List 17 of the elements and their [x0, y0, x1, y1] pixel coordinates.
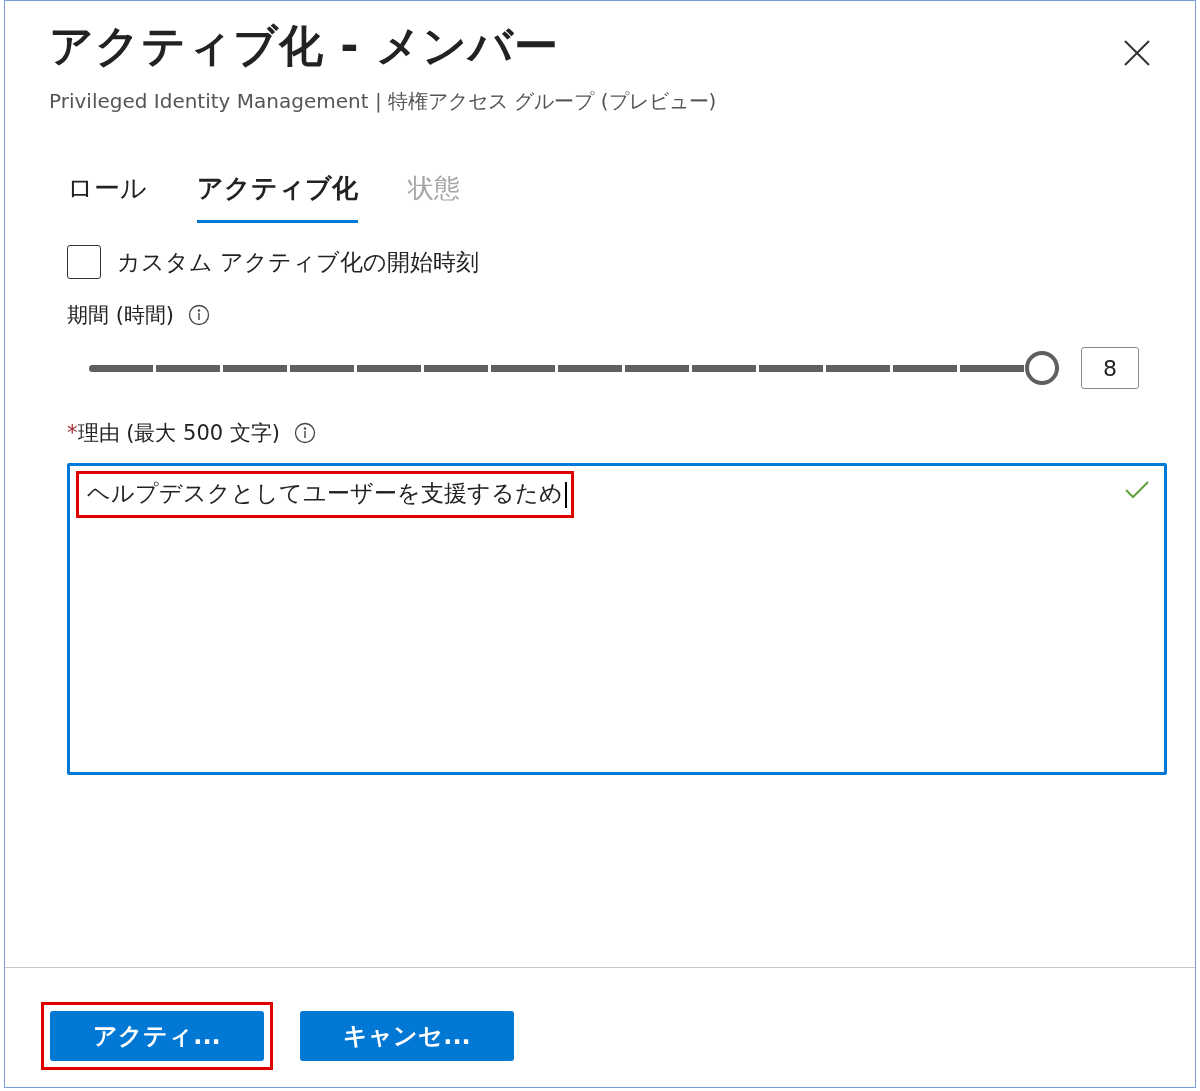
- checkbox-label: カスタム アクティブ化の開始時刻: [117, 247, 480, 277]
- close-icon[interactable]: [1123, 39, 1151, 67]
- dialog-subtitle: Privileged Identity Management | 特権アクセス グループ (プレビュー): [49, 88, 718, 115]
- tab[interactable]: ロール: [67, 167, 147, 223]
- duration-slider[interactable]: [89, 351, 1059, 385]
- checkbox[interactable]: [67, 245, 101, 279]
- reason-label: *理由 (最大 500 文字): [67, 420, 280, 447]
- info-icon[interactable]: [188, 304, 211, 326]
- action-button[interactable]: キャンセ...: [300, 1011, 514, 1061]
- reason-text: ヘルプデスクとしてユーザーを支援するため: [76, 471, 574, 518]
- reason-field[interactable]: ヘルプデスクとしてユーザーを支援するため: [67, 463, 1167, 775]
- info-icon[interactable]: [294, 422, 316, 444]
- duration-label: 期間 (時間): [67, 302, 175, 329]
- tab[interactable]: アクティブ化: [197, 167, 358, 223]
- hours-field[interactable]: 8: [1081, 347, 1139, 389]
- dialog-title: アクティブ化 - メンバー: [49, 19, 559, 73]
- action-button[interactable]: アクティ...: [50, 1011, 264, 1061]
